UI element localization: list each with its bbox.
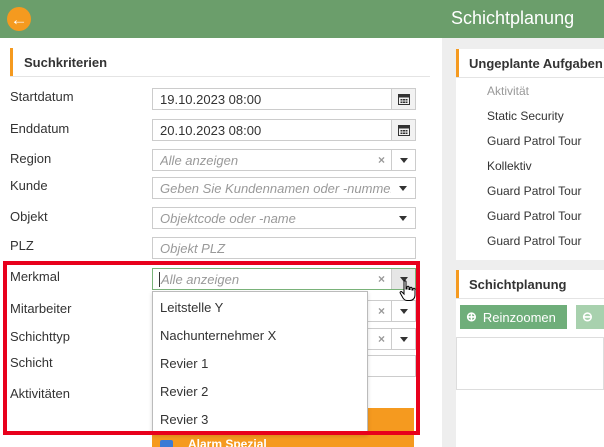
app-root: ← Suchkriterien Startdatum 19.10.2023 08… (0, 0, 604, 447)
task-item[interactable]: Guard Patrol Tour (487, 209, 582, 223)
startdatum-label: Startdatum (10, 89, 74, 104)
chevron-down-icon[interactable] (391, 208, 415, 228)
zoom-in-icon: ⊕ (466, 309, 477, 324)
enddatum-value: 20.10.2023 08:00 (160, 123, 262, 138)
schichtplanung-panel: Schichtplanung Ungeplante Aufgaben ( Akt… (442, 0, 604, 447)
chevron-down-icon[interactable] (391, 150, 415, 170)
page-title: Schichtplanung (451, 8, 575, 28)
unplanned-tasks-card: Ungeplante Aufgaben ( Aktivität Static S… (456, 49, 604, 260)
plz-placeholder: Objekt PLZ (160, 241, 226, 256)
unplanned-tasks-header: Ungeplante Aufgaben ( (456, 49, 604, 77)
right-header-bar: Schichtplanung (442, 0, 604, 38)
unplanned-tasks-title: Ungeplante Aufgaben ( (469, 56, 604, 71)
objekt-placeholder: Objektcode oder -name (160, 211, 296, 226)
calendar-icon[interactable] (391, 89, 415, 109)
task-item[interactable]: Guard Patrol Tour (487, 184, 582, 198)
startdatum-value: 19.10.2023 08:00 (160, 92, 262, 107)
kunde-label: Kunde (10, 178, 48, 193)
left-header-bar: ← (0, 0, 442, 38)
task-item[interactable]: Guard Patrol Tour (487, 234, 582, 248)
task-item[interactable]: Kollektiv (487, 159, 532, 173)
schedule-area (456, 337, 604, 390)
clear-icon[interactable]: × (378, 153, 385, 167)
schichtplanung-header: Schichtplanung (456, 270, 604, 298)
back-arrow-icon[interactable]: ← (7, 7, 31, 31)
plz-label: PLZ (10, 238, 34, 253)
zoom-in-label: Reinzoomen (482, 309, 556, 325)
enddatum-field[interactable]: 20.10.2023 08:00 (152, 119, 416, 141)
zoom-out-icon: ⊖ (582, 309, 593, 324)
objekt-select[interactable]: Objektcode oder -name (152, 207, 416, 229)
chevron-down-icon[interactable] (391, 178, 415, 198)
section-header-suchkriterien: Suchkriterien (10, 48, 430, 76)
objekt-label: Objekt (10, 209, 48, 224)
highlight-box (3, 261, 420, 435)
region-label: Region (10, 151, 52, 166)
zoom-in-button[interactable]: ⊕ Reinzoomen (460, 305, 567, 329)
task-item[interactable]: Guard Patrol Tour (487, 134, 582, 148)
search-panel: ← Suchkriterien Startdatum 19.10.2023 08… (0, 0, 442, 447)
schichtplanung-card: Schichtplanung ⊕ Reinzoomen ⊖ (456, 270, 604, 447)
task-list-header: Aktivität (487, 84, 530, 98)
zoom-out-button[interactable]: ⊖ (576, 305, 604, 329)
plz-input[interactable]: Objekt PLZ (152, 237, 416, 259)
startdatum-field[interactable]: 19.10.2023 08:00 (152, 88, 416, 110)
kunde-select[interactable]: Geben Sie Kundennamen oder -nummer (152, 177, 416, 199)
task-item[interactable]: Static Security (487, 109, 564, 123)
section-title: Suchkriterien (24, 55, 108, 70)
schichtplanung-title: Schichtplanung (469, 277, 567, 292)
calendar-icon[interactable] (391, 120, 415, 140)
region-placeholder: Alle anzeigen (160, 153, 239, 168)
region-select[interactable]: Alle anzeigen × (152, 149, 416, 171)
hand-cursor-icon (399, 280, 416, 301)
kunde-placeholder: Geben Sie Kundennamen oder -nummer (160, 181, 395, 196)
enddatum-label: Enddatum (10, 121, 70, 136)
alarm-spezial-row[interactable]: Alarm Spezial (152, 438, 414, 447)
alarm-spezial-label: Alarm Spezial (188, 438, 267, 447)
checkbox-checked-icon[interactable] (160, 440, 173, 447)
